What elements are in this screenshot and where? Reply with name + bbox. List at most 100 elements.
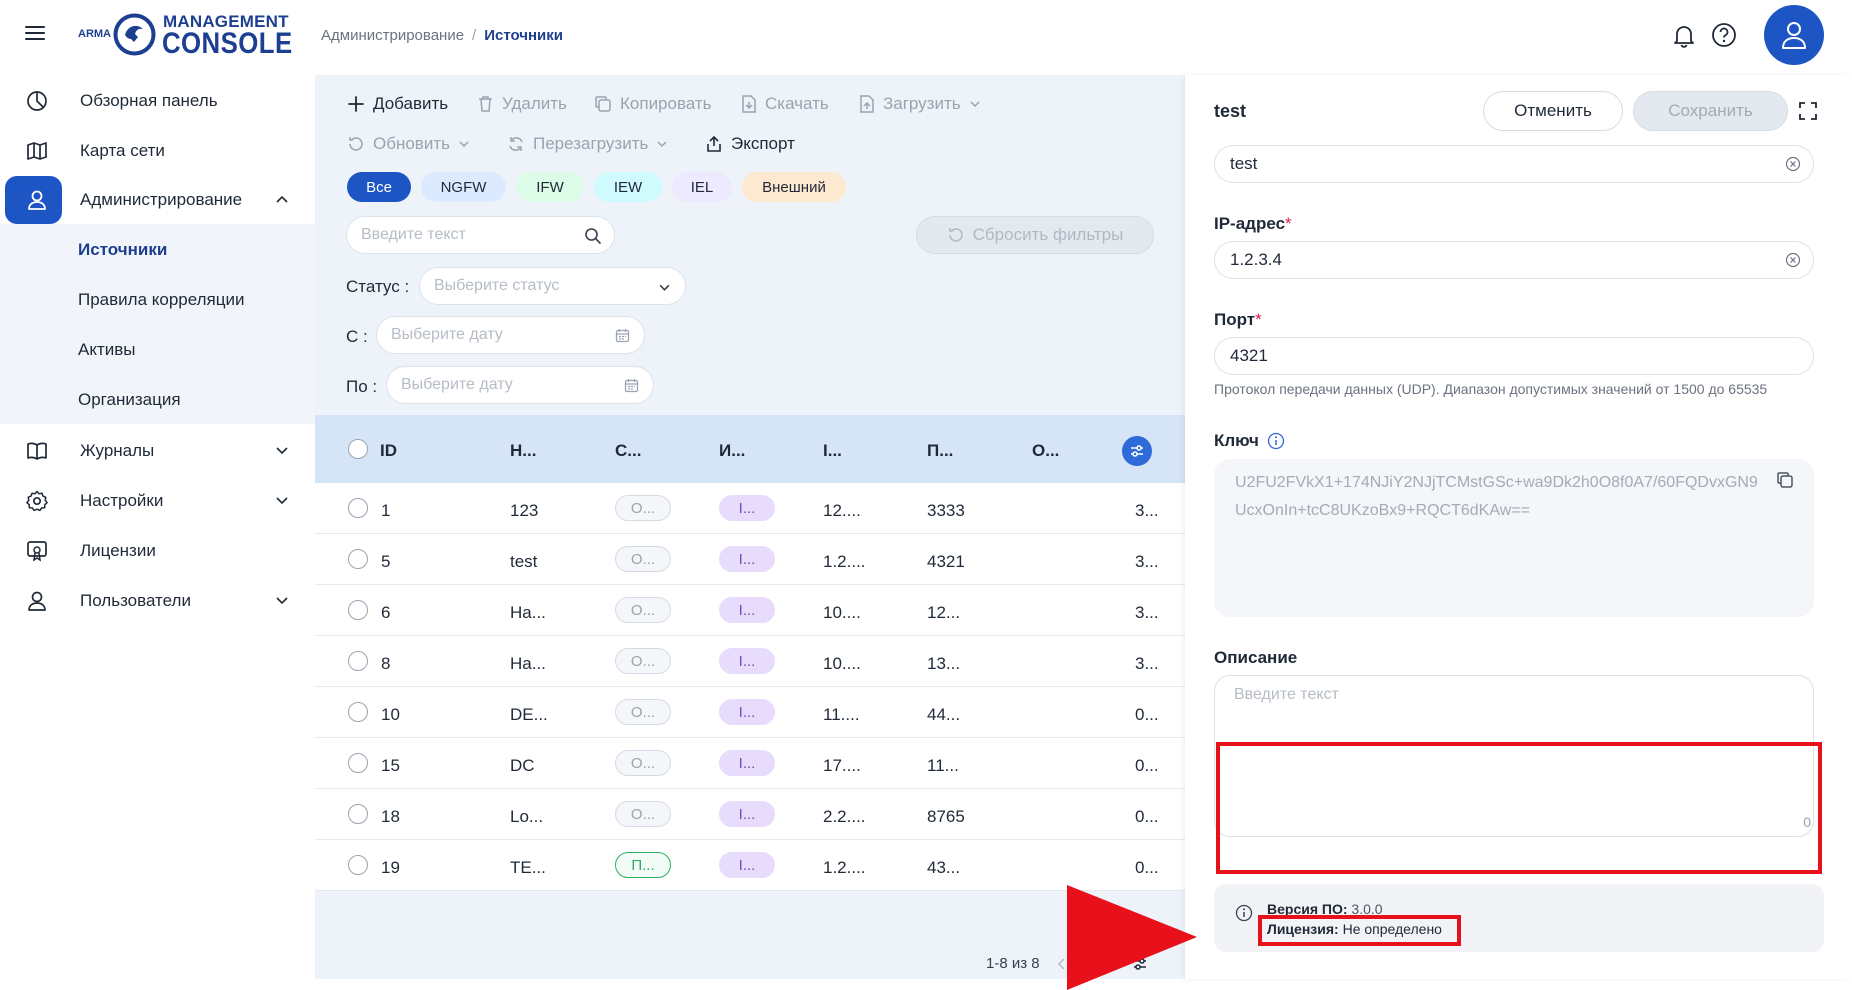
logo-emblem-icon (113, 13, 156, 56)
sidebar-subitem-correlation[interactable]: Правила корреляции (78, 290, 245, 310)
export-button[interactable]: Экспорт (705, 134, 795, 154)
pagination-range: 1-8 из 8 (986, 955, 1040, 972)
sidebar-item-dashboard[interactable]: Обзорная панель (0, 76, 315, 126)
chevron-left-icon[interactable] (1057, 958, 1067, 970)
sidebar-item-licenses[interactable]: Лицензии (0, 526, 315, 576)
status-badge: О... (615, 495, 671, 521)
from-date-placeholder: Выберите дату (391, 326, 503, 343)
trash-icon (479, 96, 492, 112)
reload-icon (509, 137, 523, 151)
row-checkbox[interactable] (348, 651, 368, 671)
reset-filters-button[interactable]: Сбросить фильтры (916, 216, 1154, 254)
row-checkbox[interactable] (348, 549, 368, 569)
sidebar-item-settings[interactable]: Настройки (0, 476, 315, 526)
info-icon[interactable] (1267, 432, 1285, 450)
row-checkbox[interactable] (348, 498, 368, 518)
status-select[interactable]: Выберите статус (419, 267, 686, 305)
table-row[interactable]: 1 123 О... I... 12.... 3333 3... (315, 483, 1185, 534)
clear-icon[interactable] (1785, 252, 1801, 268)
breadcrumb-parent[interactable]: Администрирование (321, 27, 464, 44)
logo[interactable]: ARMA MANAGEMENT CONSOLE (78, 12, 292, 60)
col-header-type[interactable]: И... (719, 441, 745, 461)
col-header-id[interactable]: ID (380, 441, 397, 461)
name-input[interactable]: test (1214, 145, 1814, 183)
row-checkbox[interactable] (348, 855, 368, 875)
sidebar-subitem-sources[interactable]: Источники (78, 240, 167, 260)
chip-all[interactable]: Все (347, 172, 411, 202)
table-row[interactable]: 8 На... О... I... 10.... 13... 3... (315, 636, 1185, 687)
add-button[interactable]: Добавить (347, 94, 448, 114)
clear-icon[interactable] (1785, 156, 1801, 172)
chip-ngfw[interactable]: NGFW (421, 172, 506, 202)
col-header-name[interactable]: Н... (510, 441, 536, 461)
table-row[interactable]: 6 На... О... I... 10.... 12... 3... (315, 585, 1185, 636)
col-header-description[interactable]: О... (1032, 441, 1059, 461)
help-icon[interactable] (1709, 20, 1739, 50)
cell-name: Lo... (510, 807, 544, 826)
table-row[interactable]: 18 Lo... О... I... 2.2.... 8765 0... (315, 789, 1185, 840)
table-row[interactable]: 5 test О... I... 1.2.... 4321 3... (315, 534, 1185, 585)
chip-external[interactable]: Внешний (742, 172, 846, 202)
highlight-box (1258, 915, 1461, 946)
type-badge: I... (719, 852, 775, 878)
sidebar-subitem-assets[interactable]: Активы (78, 340, 136, 360)
copy-button[interactable]: Копировать (594, 94, 712, 114)
reload-dropdown[interactable]: Перезагрузить (507, 134, 676, 154)
search-icon[interactable] (584, 227, 602, 245)
table-row[interactable]: 15 DC О... I... 17.... 11... 0... (315, 738, 1185, 789)
sidebar-item-label: Пользователи (80, 591, 191, 610)
row-checkbox[interactable] (348, 753, 368, 773)
type-badge: I... (719, 801, 775, 827)
avatar[interactable] (1764, 5, 1824, 65)
select-all-checkbox[interactable] (348, 439, 368, 459)
chip-iew[interactable]: IEW (594, 172, 662, 202)
table-row[interactable]: 10 DE... О... I... 11.... 44... 0... (315, 687, 1185, 738)
key-field[interactable]: U2FU2FVkX1+174NJiY2NJjTCMstGSc+wa9Dk2h0O… (1214, 459, 1814, 617)
sidebar-item-label: Администрирование (80, 190, 243, 209)
table-row[interactable]: 19 TE... П... I... 1.2.... 43... 0... (315, 840, 1185, 891)
col-header-port[interactable]: П... (927, 441, 953, 461)
sidebar-subitem-organization[interactable]: Организация (78, 390, 181, 410)
type-badge: I... (719, 750, 775, 776)
row-checkbox[interactable] (348, 804, 368, 824)
cell-last: 3... (1135, 552, 1159, 571)
row-checkbox[interactable] (348, 600, 368, 620)
breadcrumb-current: Источники (484, 27, 563, 44)
search-input[interactable]: Введите текст (346, 216, 615, 254)
port-label: Порт* (1214, 310, 1262, 330)
chip-ifw[interactable]: IFW (516, 172, 584, 202)
download-button[interactable]: Скачать (741, 94, 829, 114)
ip-input[interactable]: 1.2.3.4 (1214, 241, 1814, 279)
port-input[interactable]: 4321 (1214, 337, 1814, 375)
name-value: test (1230, 154, 1258, 173)
chevron-down-icon (275, 493, 289, 507)
sidebar-item-network-map[interactable]: Карта сети (0, 126, 315, 176)
save-button[interactable]: Сохранить (1633, 91, 1788, 131)
book-icon (25, 439, 49, 463)
menu-icon[interactable] (24, 22, 46, 44)
refresh-dropdown[interactable]: Обновить (347, 134, 478, 154)
sidebar-item-administration[interactable]: Администрирование (0, 175, 315, 225)
gear-icon (25, 489, 49, 513)
column-settings-button[interactable] (1122, 436, 1152, 466)
upload-dropdown[interactable]: Загрузить (859, 94, 989, 114)
cell-port: 13... (927, 654, 961, 673)
copy-icon[interactable] (1776, 471, 1794, 489)
to-date-input[interactable]: Выберите дату (386, 366, 654, 404)
chip-iel[interactable]: IEL (672, 172, 732, 202)
sidebar-item-users[interactable]: Пользователи (0, 576, 315, 626)
expand-icon[interactable] (1798, 101, 1818, 121)
sidebar-item-journals[interactable]: Журналы (0, 426, 315, 476)
cancel-button[interactable]: Отменить (1483, 91, 1623, 131)
user-icon (25, 589, 49, 613)
row-checkbox[interactable] (348, 702, 368, 722)
col-header-ip[interactable]: I... (823, 441, 842, 461)
from-date-input[interactable]: Выберите дату (376, 316, 645, 354)
search-placeholder: Введите текст (361, 226, 466, 243)
bell-icon[interactable] (1669, 20, 1699, 50)
delete-button[interactable]: Удалить (477, 94, 567, 114)
from-label-text: С (346, 327, 359, 346)
col-header-status[interactable]: С... (615, 441, 641, 461)
key-value: U2FU2FVkX1+174NJiY2NJjTCMstGSc+wa9Dk2h0O… (1235, 474, 1758, 519)
status-badge: О... (615, 648, 671, 674)
